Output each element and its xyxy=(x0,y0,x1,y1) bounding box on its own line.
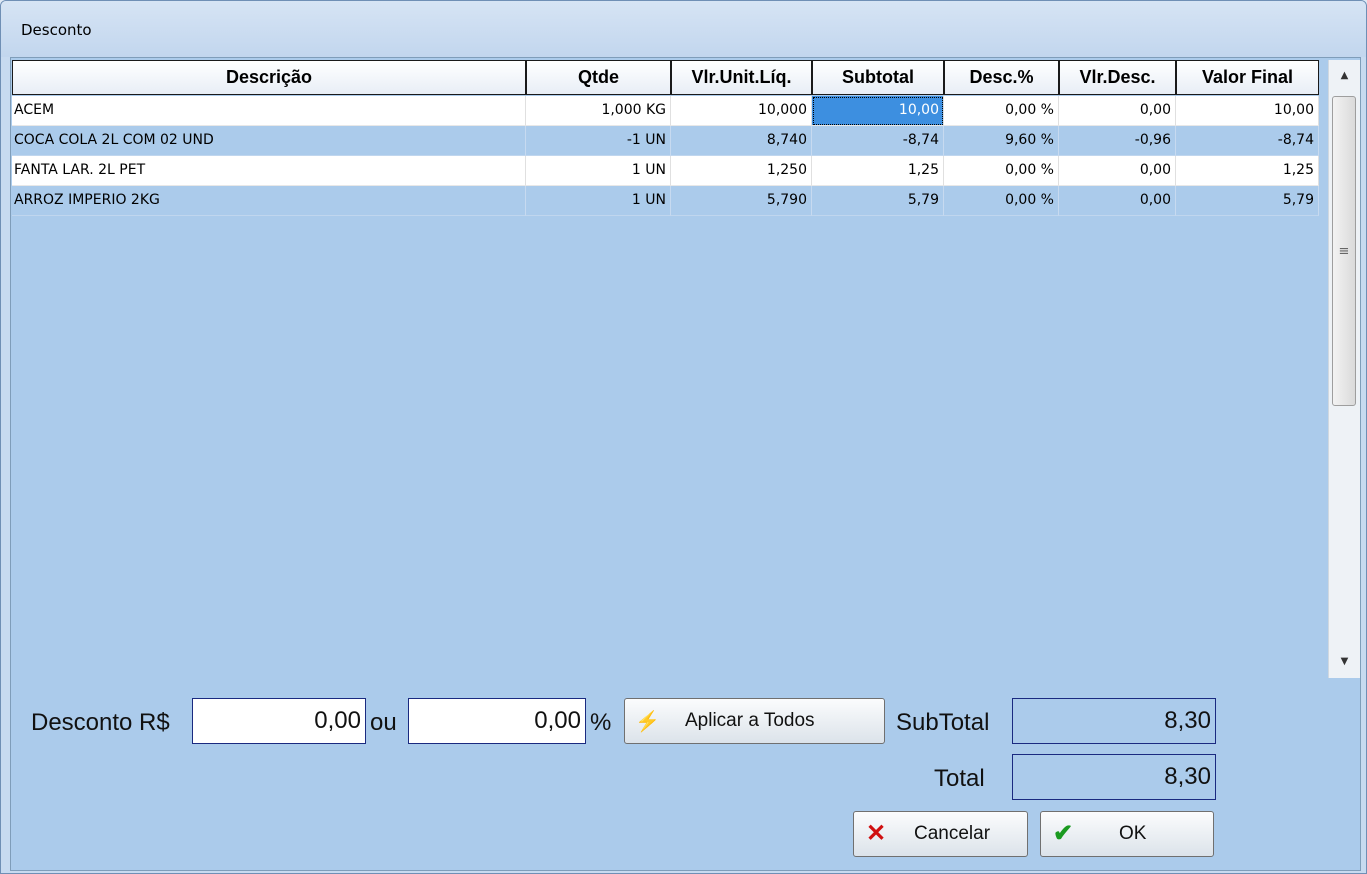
cell-descricao[interactable]: ARROZ IMPERIO 2KG xyxy=(12,186,526,216)
cell-vlr-desc[interactable]: 0,00 xyxy=(1059,156,1176,186)
col-header-qtde[interactable]: Qtde xyxy=(526,60,671,95)
vertical-scrollbar[interactable]: ▲ ≡ ▼ xyxy=(1328,60,1360,678)
cell-desc-pct[interactable]: 0,00 % xyxy=(944,186,1059,216)
col-header-descricao[interactable]: Descrição xyxy=(12,60,526,95)
arrow-down-icon[interactable]: ▼ xyxy=(1329,646,1360,678)
lightning-icon: ⚡ xyxy=(635,711,660,733)
cell-qtde[interactable]: 1 UN xyxy=(526,186,671,216)
table-row[interactable]: FANTA LAR. 2L PET 1 UN 1,250 1,25 0,00 %… xyxy=(12,156,1319,186)
scroll-thumb[interactable]: ≡ xyxy=(1332,96,1356,406)
cell-descricao[interactable]: FANTA LAR. 2L PET xyxy=(12,156,526,186)
desconto-label: Desconto R$ xyxy=(31,709,170,736)
table-row[interactable]: ACEM 1,000 KG 10,000 10,00 0,00 % 0,00 1… xyxy=(12,96,1319,126)
cell-desc-pct[interactable]: 0,00 % xyxy=(944,96,1059,126)
cell-vlr-unit[interactable]: 10,000 xyxy=(671,96,812,126)
cell-subtotal[interactable]: -8,74 xyxy=(812,126,944,156)
cancel-button[interactable]: ✕ Cancelar xyxy=(853,811,1028,857)
checkmark-icon: ✔ xyxy=(1053,820,1074,847)
dialog-body: Descrição Qtde Vlr.Unit.Líq. Subtotal De… xyxy=(10,57,1361,871)
aplicar-todos-label: Aplicar a Todos xyxy=(685,710,815,731)
cell-descricao[interactable]: ACEM xyxy=(12,96,526,126)
window-title: Desconto xyxy=(21,21,92,39)
ok-button[interactable]: ✔ OK xyxy=(1040,811,1214,857)
cell-valor-final[interactable]: 10,00 xyxy=(1176,96,1319,126)
cell-valor-final[interactable]: -8,74 xyxy=(1176,126,1319,156)
cell-qtde[interactable]: 1,000 KG xyxy=(526,96,671,126)
cell-qtde[interactable]: -1 UN xyxy=(526,126,671,156)
col-header-desc-pct[interactable]: Desc.% xyxy=(944,60,1059,95)
cell-vlr-unit[interactable]: 1,250 xyxy=(671,156,812,186)
ou-label: ou xyxy=(370,709,397,736)
close-icon: ✕ xyxy=(866,820,887,847)
col-header-vlr-desc[interactable]: Vlr.Desc. xyxy=(1059,60,1176,95)
cell-vlr-unit[interactable]: 5,790 xyxy=(671,186,812,216)
title-bar[interactable]: Desconto xyxy=(1,1,1366,57)
cell-subtotal[interactable]: 1,25 xyxy=(812,156,944,186)
cell-desc-pct[interactable]: 9,60 % xyxy=(944,126,1059,156)
percent-value-input[interactable]: 0,00 xyxy=(408,698,586,744)
cell-vlr-desc[interactable]: 0,00 xyxy=(1059,186,1176,216)
cell-vlr-desc[interactable]: 0,00 xyxy=(1059,96,1176,126)
cell-subtotal[interactable]: 5,79 xyxy=(812,186,944,216)
cell-descricao[interactable]: COCA COLA 2L COM 02 UND xyxy=(12,126,526,156)
cell-valor-final[interactable]: 1,25 xyxy=(1176,156,1319,186)
total-label: Total xyxy=(934,765,985,792)
total-value: 8,30 xyxy=(1012,754,1216,800)
col-header-vlr-unit[interactable]: Vlr.Unit.Líq. xyxy=(671,60,812,95)
percent-sign-label: % xyxy=(590,709,612,736)
cancel-label: Cancelar xyxy=(914,823,991,844)
subtotal-label: SubTotal xyxy=(896,709,990,736)
cell-vlr-unit[interactable]: 8,740 xyxy=(671,126,812,156)
col-header-valor-final[interactable]: Valor Final xyxy=(1176,60,1319,95)
table-row[interactable]: COCA COLA 2L COM 02 UND -1 UN 8,740 -8,7… xyxy=(12,126,1319,156)
discount-dialog: Desconto Descrição Qtde Vlr.Unit.Líq. Su… xyxy=(0,0,1367,874)
desconto-value-input[interactable]: 0,00 xyxy=(192,698,366,744)
ok-label: OK xyxy=(1119,823,1147,844)
cell-desc-pct[interactable]: 0,00 % xyxy=(944,156,1059,186)
cell-qtde[interactable]: 1 UN xyxy=(526,156,671,186)
items-grid[interactable]: Descrição Qtde Vlr.Unit.Líq. Subtotal De… xyxy=(12,60,1330,680)
cell-vlr-desc[interactable]: -0,96 xyxy=(1059,126,1176,156)
subtotal-value: 8,30 xyxy=(1012,698,1216,744)
arrow-up-icon[interactable]: ▲ xyxy=(1329,60,1360,92)
aplicar-todos-button[interactable]: ⚡ Aplicar a Todos xyxy=(624,698,885,744)
cell-subtotal-selected[interactable]: 10,00 xyxy=(812,96,944,126)
table-row[interactable]: ARROZ IMPERIO 2KG 1 UN 5,790 5,79 0,00 %… xyxy=(12,186,1319,216)
col-header-subtotal[interactable]: Subtotal xyxy=(812,60,944,95)
cell-valor-final[interactable]: 5,79 xyxy=(1176,186,1319,216)
